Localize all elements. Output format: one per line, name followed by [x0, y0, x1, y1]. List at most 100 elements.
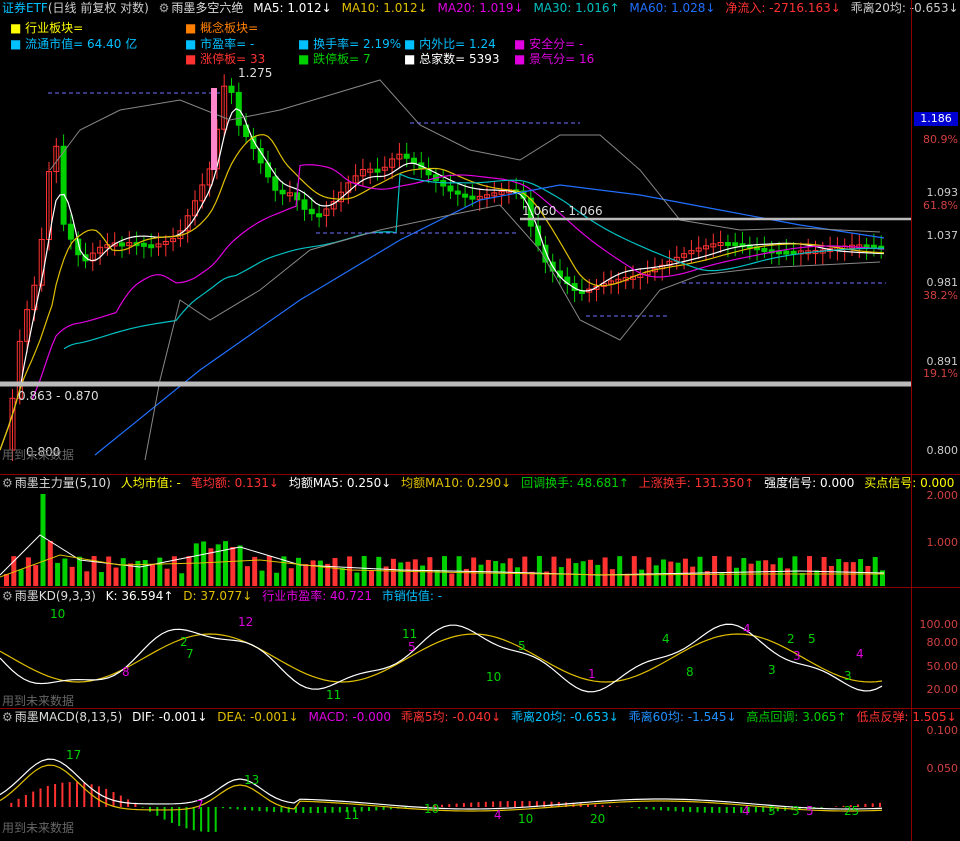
- volume-bar: [661, 559, 666, 586]
- macd-marker: 7: [196, 798, 204, 812]
- volume-bar: [558, 567, 564, 586]
- turnover-label: ■ 换手率= 2.19%: [298, 37, 402, 51]
- macd-chart[interactable]: 1713711 10 4 10 204 3 3 5 25: [0, 709, 912, 841]
- volume-title[interactable]: 雨墨主力量(5,10): [15, 476, 111, 490]
- amount-ma10-text: 均额MA10: 0.290↓: [401, 476, 512, 490]
- price-1093-label: 1.093: [926, 186, 959, 199]
- kd-marker: 3: [768, 663, 776, 677]
- security-title[interactable]: 证券ETF: [2, 1, 48, 15]
- volume-bar: [18, 569, 24, 586]
- kd-marker: 8: [686, 665, 694, 679]
- volume-gear-icon[interactable]: ⚙: [2, 476, 13, 490]
- macd-title[interactable]: 雨墨MACD(8,13,5): [15, 710, 123, 724]
- volume-bar: [755, 560, 761, 586]
- kd-marker: 1: [588, 667, 596, 681]
- dea-text: DEA: -0.001↓: [217, 710, 299, 724]
- price-chart[interactable]: [0, 0, 912, 474]
- volume-panel[interactable]: ⚙ 雨墨主力量(5,10) 人均市值: - 笔均额: 0.131↓ 均额MA5: …: [0, 475, 954, 588]
- pullback-turnover-text: 回调换手: 48.681↑: [521, 476, 629, 490]
- lower-band-line: [144, 204, 881, 461]
- candle-body: [403, 153, 410, 159]
- safety-text: 安全分= -: [529, 37, 584, 51]
- candle-body: [140, 242, 147, 247]
- volume-bar: [186, 556, 192, 586]
- volume-bar: [522, 556, 528, 586]
- kd-marker: 4: [662, 632, 670, 646]
- market-cap-text: 流通市值= 64.40 亿: [25, 37, 138, 51]
- amount-ma5-text: 均额MA5: 0.250↓: [288, 476, 392, 490]
- volume-bar: [361, 556, 367, 586]
- industry-pe-text: 行业市盈率: 40.721: [262, 589, 373, 603]
- sector-text: 行业板块=: [25, 21, 84, 35]
- macd-panel[interactable]: 17 13 7 11 10 4 10 20 4 3 3 5 25 ⚙ 雨墨MACD(8,13,5) DIF…: [0, 709, 957, 841]
- volume-bar: [390, 558, 396, 586]
- volume-bar: [296, 557, 301, 586]
- kd-marker: 5: [518, 639, 526, 653]
- macd-marker: 4: [742, 804, 750, 818]
- avg-value-text: 人均市值: -: [120, 476, 181, 490]
- price-axis: 80.9% 1.093 61.8% 1.037 0.981 38.2% 0.89…: [911, 0, 960, 475]
- high-pullback-text: 高点回调: 3.065↑: [746, 710, 847, 724]
- macd-marker: 3: [768, 804, 776, 818]
- kd-marker: 3: [844, 669, 852, 683]
- volume-bar: [369, 570, 374, 586]
- volume-bar: [398, 562, 404, 586]
- volume-bar: [120, 558, 126, 586]
- volume-bar: [33, 565, 39, 586]
- volume-bar: [566, 558, 572, 586]
- volume-bar: [77, 556, 82, 586]
- fib-809-label: 80.9%: [923, 133, 958, 146]
- kd-marker: 5: [808, 632, 816, 646]
- kd-marker: 5: [408, 640, 416, 654]
- kd-chart[interactable]: 1082712111151051484323534: [0, 588, 912, 708]
- candle-body: [148, 244, 155, 249]
- macd-axis: 0.100 0.050: [911, 709, 960, 841]
- kd-panel[interactable]: 10 8 2 7 12 11 11 5 10 5 1 4 8 4 3 2 3 5 3 4 ⚙ 雨墨KD(9,3,3) K…: [0, 588, 912, 709]
- ma5-value: MA5: 1.012↓: [253, 1, 332, 15]
- kd-marker: 8: [122, 665, 130, 679]
- macd-header: ⚙ 雨墨MACD(8,13,5) DIF: -0.001↓ DEA: -0.001…: [2, 710, 960, 725]
- macd-0100-label: 0.100: [926, 724, 959, 737]
- volume-axis: 2.000 1.000: [911, 475, 960, 588]
- indicator-name[interactable]: 雨墨多空六绝: [171, 1, 243, 15]
- volume-bar: [690, 566, 696, 586]
- candle-body: [761, 247, 768, 252]
- macd-future-note: 用到未来数据: [2, 821, 75, 835]
- candle-body: [469, 195, 476, 200]
- avg-amount-text: 笔均额: 0.131↓: [190, 476, 279, 490]
- volume-bar: [770, 564, 776, 586]
- kd-axis: 100.00 80.00 50.00 20.00: [911, 588, 960, 709]
- volume-bar: [697, 556, 703, 586]
- macd-marker: 25: [844, 804, 859, 818]
- volume-bar: [55, 562, 61, 586]
- volume-bar: [449, 573, 455, 586]
- price-chart-panel[interactable]: 证券ETF(日线 前复权 对数) ⚙ 雨墨多空六绝 MA5: 1.012↓ MA1…: [0, 0, 959, 475]
- dev20-text: 乖离20均: -0.653↓: [510, 710, 619, 724]
- kd-gear-icon[interactable]: ⚙: [2, 589, 13, 603]
- candle-body: [301, 199, 308, 210]
- volume-chart[interactable]: [0, 475, 912, 587]
- kd-title[interactable]: 雨墨KD(9,3,3): [15, 589, 96, 603]
- macd-gear-icon[interactable]: ⚙: [2, 710, 13, 724]
- safety-label: ■ 安全分= -: [514, 37, 584, 51]
- volume-bar: [237, 545, 243, 586]
- volume-bar: [62, 558, 68, 586]
- ma20-value: MA20: 1.019↓: [437, 1, 524, 15]
- volume-bar: [98, 572, 104, 586]
- candle-body: [316, 213, 323, 218]
- kd-k-text: K: 36.594↑: [105, 589, 174, 603]
- macd-marker: 17: [66, 748, 81, 762]
- volume-bar: [332, 557, 338, 586]
- volume-bar: [609, 569, 615, 586]
- volume-bar: [310, 560, 316, 586]
- volume-bar: [347, 556, 353, 586]
- volume-bar: [47, 541, 53, 586]
- volume-bar: [317, 560, 323, 586]
- fib-191-label: 19.1%: [923, 367, 958, 380]
- volume-1000-label: 1.000: [926, 536, 959, 549]
- volume-bar: [836, 559, 842, 586]
- sector-label: ■ 行业板块=: [10, 21, 84, 35]
- volume-bar: [4, 574, 9, 586]
- indicator-gear-icon[interactable]: ⚙: [159, 1, 170, 15]
- kd-marker: 10: [486, 670, 501, 684]
